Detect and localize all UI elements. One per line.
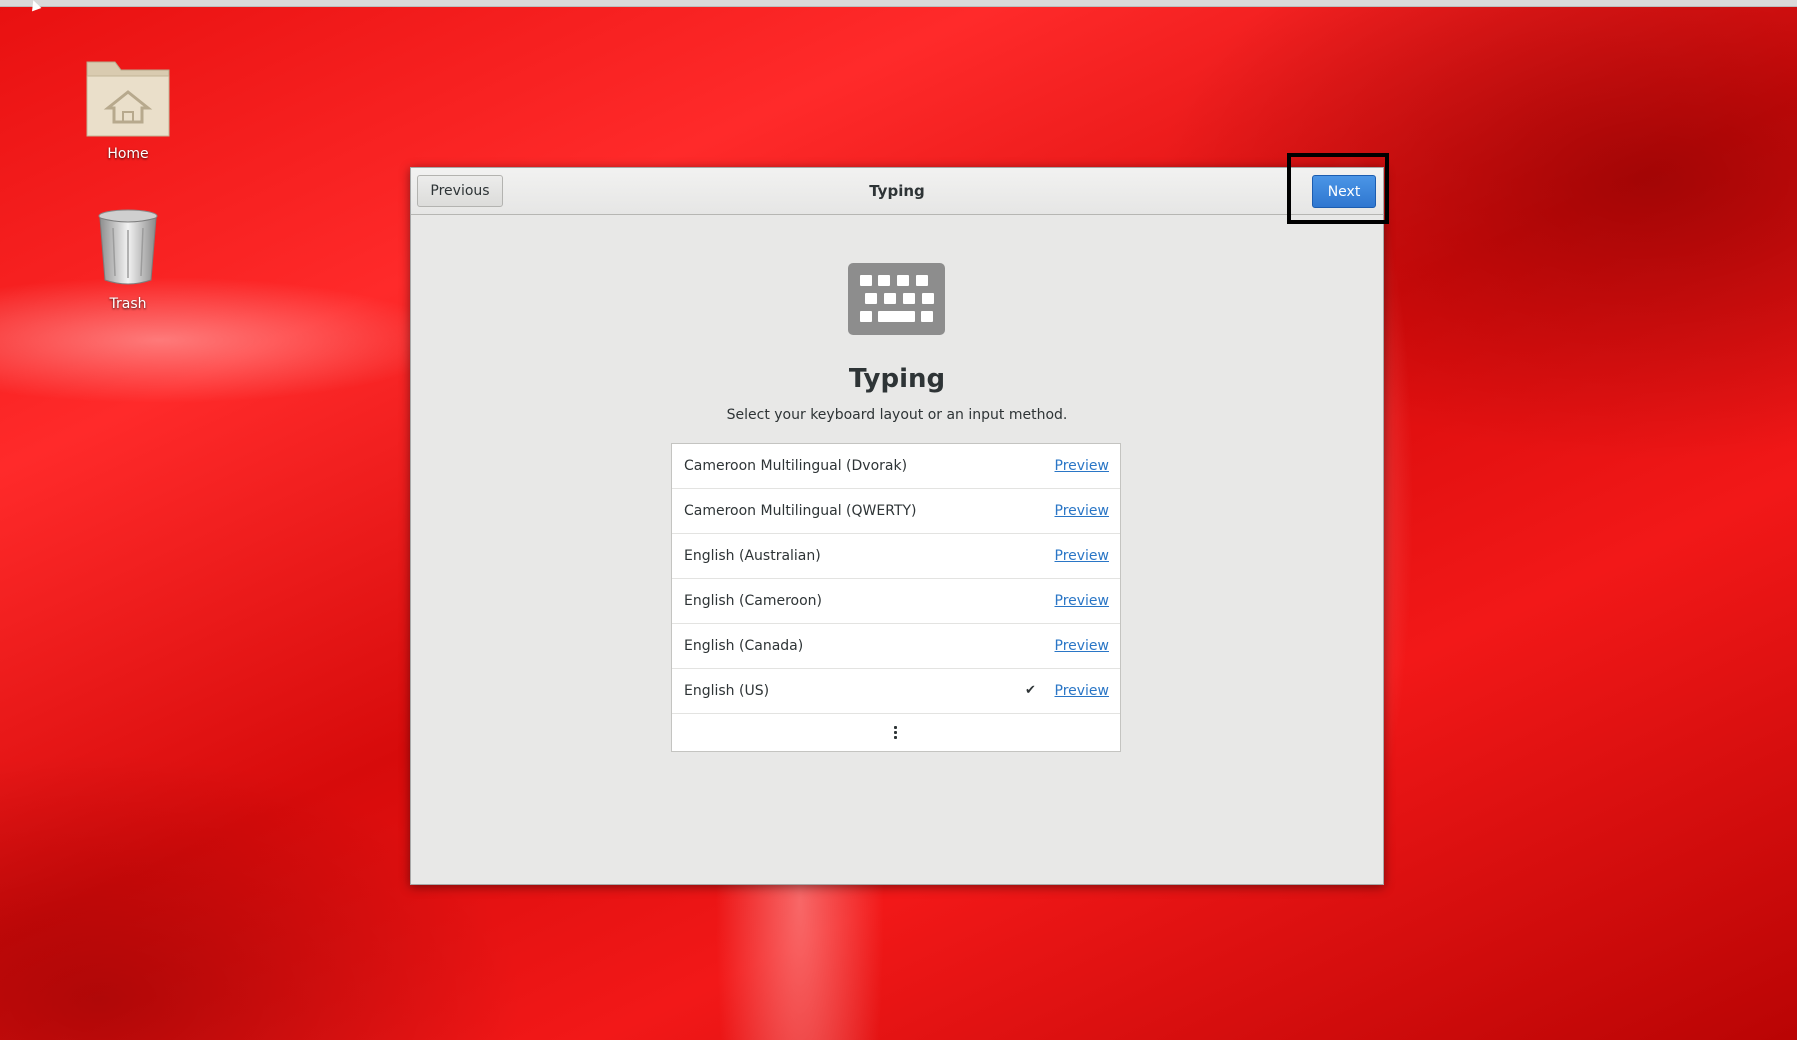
next-button[interactable]: Next xyxy=(1312,175,1376,208)
layout-row[interactable]: Cameroon Multilingual (Dvorak) Preview xyxy=(672,444,1120,489)
layout-name: English (Australian) xyxy=(684,548,821,564)
preview-link[interactable]: Preview xyxy=(1055,489,1110,533)
page-heading: Typing xyxy=(848,364,946,394)
desktop-icon-trash[interactable]: Trash xyxy=(73,208,183,312)
page-subtitle: Select your keyboard layout or an input … xyxy=(726,407,1068,423)
home-folder-icon xyxy=(86,61,170,137)
preview-link[interactable]: Preview xyxy=(1055,534,1110,578)
keyboard-icon xyxy=(848,263,945,335)
keyboard-layout-list: Cameroon Multilingual (Dvorak) Preview C… xyxy=(671,443,1121,752)
desktop-icon-label: Trash xyxy=(109,296,147,312)
preview-link[interactable]: Preview xyxy=(1055,624,1110,668)
layout-name: English (Canada) xyxy=(684,638,804,654)
preview-link[interactable]: Preview xyxy=(1055,669,1110,713)
top-panel xyxy=(0,0,1799,7)
layout-row[interactable]: English (Canada) Preview xyxy=(672,624,1120,669)
preview-link[interactable]: Preview xyxy=(1055,444,1110,488)
setup-dialog: Typing Previous Next Typing Select your … xyxy=(410,167,1384,885)
layout-row-selected[interactable]: English (US) ✔ Preview xyxy=(672,669,1120,714)
more-layouts-row[interactable] xyxy=(672,714,1120,752)
layout-name: Cameroon Multilingual (QWERTY) xyxy=(684,503,917,519)
layout-row[interactable]: English (Australian) Preview xyxy=(672,534,1120,579)
layout-name: Cameroon Multilingual (Dvorak) xyxy=(684,458,908,474)
layout-name: English (Cameroon) xyxy=(684,593,822,609)
previous-button[interactable]: Previous xyxy=(417,175,503,207)
desktop-background: Home Trash Typing Previous Next Typing S… xyxy=(0,0,1799,1041)
layout-row[interactable]: English (Cameroon) Preview xyxy=(672,579,1120,624)
header-title: Typing xyxy=(869,182,925,200)
trash-icon xyxy=(98,209,158,285)
desktop-icon-home[interactable]: Home xyxy=(73,52,183,162)
preview-link[interactable]: Preview xyxy=(1055,579,1110,623)
layout-row[interactable]: Cameroon Multilingual (QWERTY) Preview xyxy=(672,489,1120,534)
more-vertical-icon xyxy=(894,726,897,742)
mouse-cursor-icon xyxy=(28,0,42,12)
desktop-icon-label: Home xyxy=(107,146,149,162)
checkmark-icon: ✔ xyxy=(1025,683,1036,698)
layout-name: English (US) xyxy=(684,683,770,699)
header-bar: Typing Previous Next xyxy=(411,168,1383,215)
